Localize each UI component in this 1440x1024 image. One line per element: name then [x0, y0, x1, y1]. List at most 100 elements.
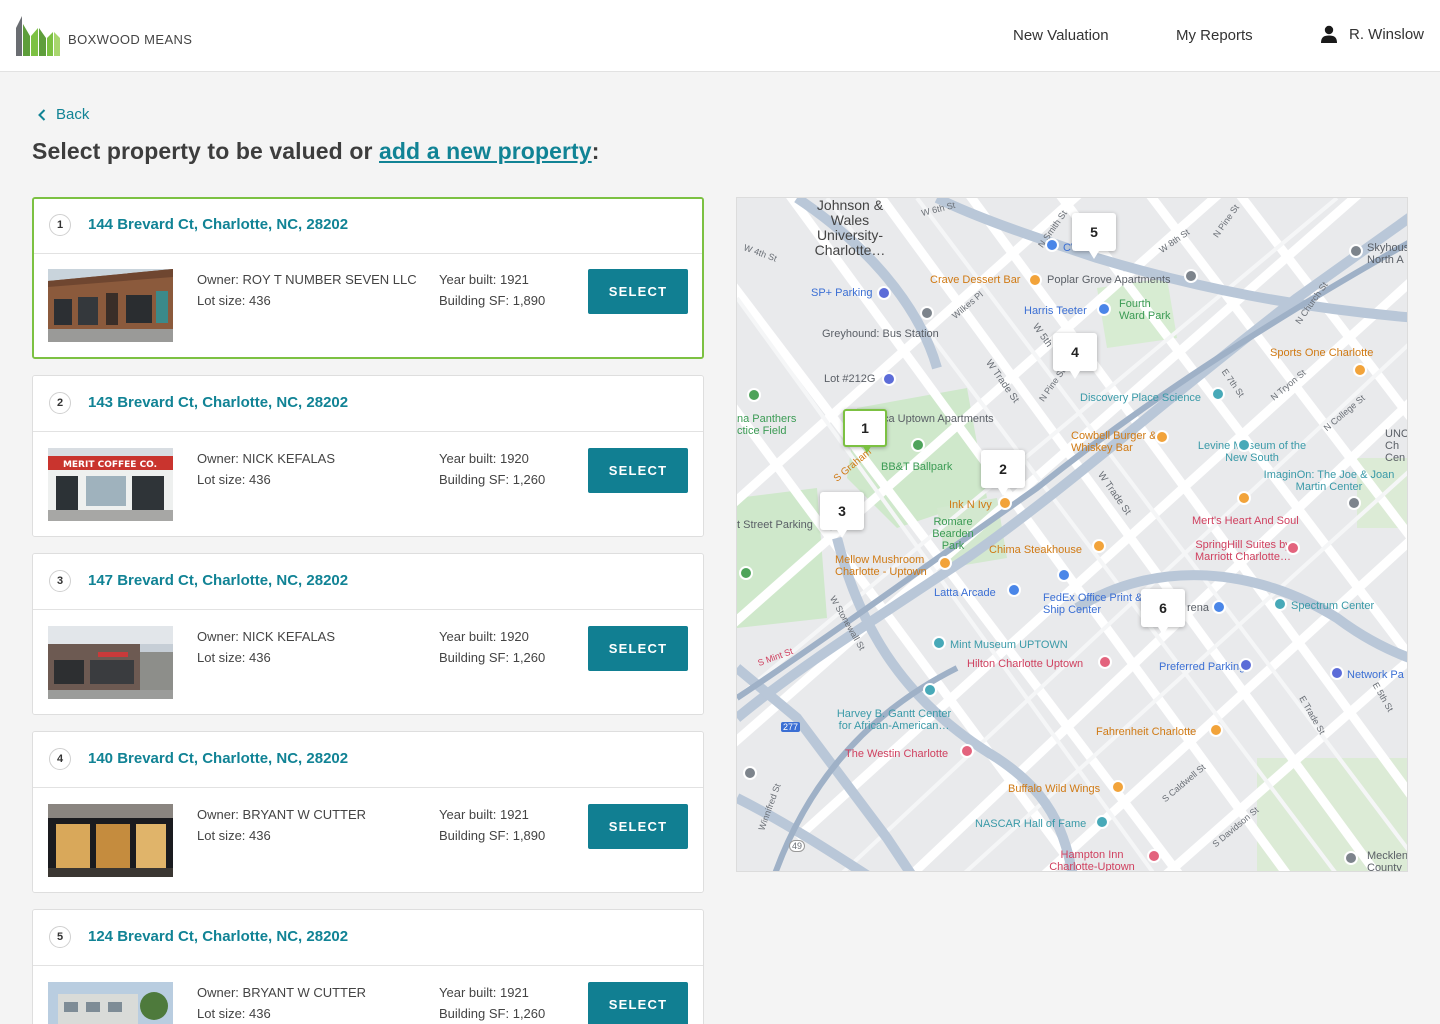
property-number-badge: 3 — [49, 570, 71, 592]
museum-poi-icon[interactable] — [1211, 387, 1225, 401]
restaurant-poi-icon[interactable] — [1237, 491, 1251, 505]
add-new-property-link[interactable]: add a new property — [379, 138, 592, 164]
museum-poi-icon[interactable] — [1237, 438, 1251, 452]
map-label-latta: Latta Arcade — [934, 587, 996, 599]
map-marker-6[interactable]: 6 — [1141, 589, 1185, 635]
parking-poi-icon[interactable] — [882, 372, 896, 386]
property-photo — [48, 626, 173, 699]
brand-logo[interactable]: BOXWOOD MEANS — [16, 16, 192, 56]
map-marker-5[interactable]: 5 — [1072, 213, 1116, 259]
year-label: Year built: — [439, 807, 497, 822]
property-year-sf: Year built: 1920 Building SF: 1,260 — [439, 626, 545, 668]
owner-label: Owner: — [197, 629, 239, 644]
park-poi-icon[interactable] — [739, 566, 753, 580]
property-card[interactable]: 3 147 Brevard Ct, Charlotte, NC, 28202 O… — [32, 553, 704, 715]
museum-poi-icon[interactable] — [1095, 815, 1109, 829]
hotel-poi-icon[interactable] — [1147, 849, 1161, 863]
restaurant-poi-icon[interactable] — [998, 496, 1012, 510]
year-value: 1921 — [499, 985, 529, 1000]
map-label-fourth-ward: Fourth Ward Park — [1119, 298, 1171, 322]
map-label-hampton: Hampton Inn Charlotte-Uptown — [1049, 849, 1135, 872]
property-address[interactable]: 144 Brevard Ct, Charlotte, NC, 28202 — [88, 216, 348, 233]
title-suffix: : — [591, 138, 600, 164]
museum-poi-icon[interactable] — [923, 683, 937, 697]
place-poi-icon[interactable] — [1344, 851, 1358, 865]
property-address[interactable]: 147 Brevard Ct, Charlotte, NC, 28202 — [88, 572, 348, 589]
property-address[interactable]: 124 Brevard Ct, Charlotte, NC, 28202 — [88, 928, 348, 945]
shop-poi-icon[interactable] — [1007, 583, 1021, 597]
map-marker-1[interactable]: 1 — [843, 409, 887, 453]
place-poi-icon[interactable] — [1349, 244, 1363, 258]
property-address[interactable]: 143 Brevard Ct, Charlotte, NC, 28202 — [88, 394, 348, 411]
lot-label: Lot size: — [197, 472, 246, 487]
restaurant-poi-icon[interactable] — [1209, 723, 1223, 737]
map-marker-4[interactable]: 4 — [1053, 333, 1097, 379]
select-button[interactable]: SELECT — [588, 982, 688, 1024]
hotel-poi-icon[interactable] — [960, 744, 974, 758]
restaurant-poi-icon[interactable] — [1028, 273, 1042, 287]
restaurant-poi-icon[interactable] — [1155, 430, 1169, 444]
property-owner-lot: Owner: ROY T NUMBER SEVEN LLC Lot size: … — [197, 269, 417, 311]
museum-poi-icon[interactable] — [932, 636, 946, 650]
hotel-poi-icon[interactable] — [1098, 655, 1112, 669]
map-label-unc: UNC Ch Cen — [1385, 428, 1408, 464]
highway-277-badge: 277 — [781, 722, 801, 732]
select-button[interactable]: SELECT — [588, 448, 688, 493]
property-card[interactable]: 4 140 Brevard Ct, Charlotte, NC, 28202 O… — [32, 731, 704, 893]
property-card-header: 2 143 Brevard Ct, Charlotte, NC, 28202 — [33, 376, 703, 432]
select-button[interactable]: SELECT — [588, 804, 688, 849]
lot-value: 436 — [249, 472, 271, 487]
place-poi-icon[interactable] — [1184, 269, 1198, 283]
back-link[interactable]: Back — [38, 106, 89, 123]
stadium-poi-icon[interactable] — [1273, 597, 1287, 611]
hotel-poi-icon[interactable] — [1286, 541, 1300, 555]
map-label-merts: Mert's Heart And Soul — [1192, 515, 1299, 527]
property-address[interactable]: 140 Brevard Ct, Charlotte, NC, 28202 — [88, 750, 348, 767]
property-card[interactable]: 1 144 Brevard Ct, Charlotte, NC, 28202 O… — [32, 197, 704, 359]
restaurant-poi-icon[interactable] — [938, 556, 952, 570]
sports-poi-icon[interactable] — [1353, 363, 1367, 377]
owner-value: BRYANT W CUTTER — [242, 985, 367, 1000]
sf-value: 1,260 — [512, 472, 546, 487]
year-value: 1921 — [499, 272, 529, 287]
park-poi-icon[interactable] — [911, 438, 925, 452]
property-owner-lot: Owner: BRYANT W CUTTER Lot size: 436 — [197, 982, 366, 1024]
parking-poi-icon[interactable] — [1239, 658, 1253, 672]
parking-poi-icon[interactable] — [1330, 666, 1344, 680]
transit-poi-icon[interactable] — [1212, 600, 1226, 614]
user-icon — [1321, 25, 1337, 43]
property-card[interactable]: 5 124 Brevard Ct, Charlotte, NC, 28202 O… — [32, 909, 704, 1024]
property-card[interactable]: 2 143 Brevard Ct, Charlotte, NC, 28202 M… — [32, 375, 704, 537]
nav-my-reports[interactable]: My Reports — [1176, 27, 1253, 44]
year-label: Year built: — [439, 985, 497, 1000]
brand-name: BOXWOOD MEANS — [68, 32, 193, 47]
property-map[interactable]: Johnson & Wales University-Charlotte… Cr… — [736, 197, 1408, 872]
select-button[interactable]: SELECT — [588, 626, 688, 671]
place-poi-icon[interactable] — [743, 766, 757, 780]
shop-poi-icon[interactable] — [1045, 238, 1059, 252]
park-poi-icon[interactable] — [747, 388, 761, 402]
restaurant-poi-icon[interactable] — [1092, 539, 1106, 553]
select-button[interactable]: SELECT — [588, 269, 688, 314]
property-year-sf: Year built: 1921 Building SF: 1,260 — [439, 982, 545, 1024]
shop-poi-icon[interactable] — [1097, 302, 1111, 316]
back-label: Back — [56, 106, 90, 123]
user-menu[interactable]: R. Winslow — [1320, 25, 1424, 43]
parking-poi-icon[interactable] — [877, 286, 891, 300]
map-label-network: Network Pa — [1347, 669, 1404, 681]
shop-poi-icon[interactable] — [1057, 568, 1071, 582]
map-label-fahrenheit: Fahrenheit Charlotte — [1096, 726, 1197, 738]
chevron-left-icon — [38, 108, 46, 121]
place-poi-icon[interactable] — [920, 306, 934, 320]
year-label: Year built: — [439, 629, 497, 644]
map-marker-3[interactable]: 3 — [820, 492, 864, 538]
lot-value: 436 — [249, 293, 271, 308]
nav-new-valuation[interactable]: New Valuation — [1013, 27, 1109, 44]
map-marker-2[interactable]: 2 — [981, 450, 1025, 496]
map-label-imaginon: ImaginOn: The Joe & Joan Martin Center — [1263, 469, 1395, 493]
place-poi-icon[interactable] — [1347, 496, 1361, 510]
owner-value: NICK KEFALAS — [242, 629, 336, 644]
property-number-badge: 5 — [49, 926, 71, 948]
restaurant-poi-icon[interactable] — [1111, 780, 1125, 794]
sf-value: 1,260 — [512, 650, 546, 665]
